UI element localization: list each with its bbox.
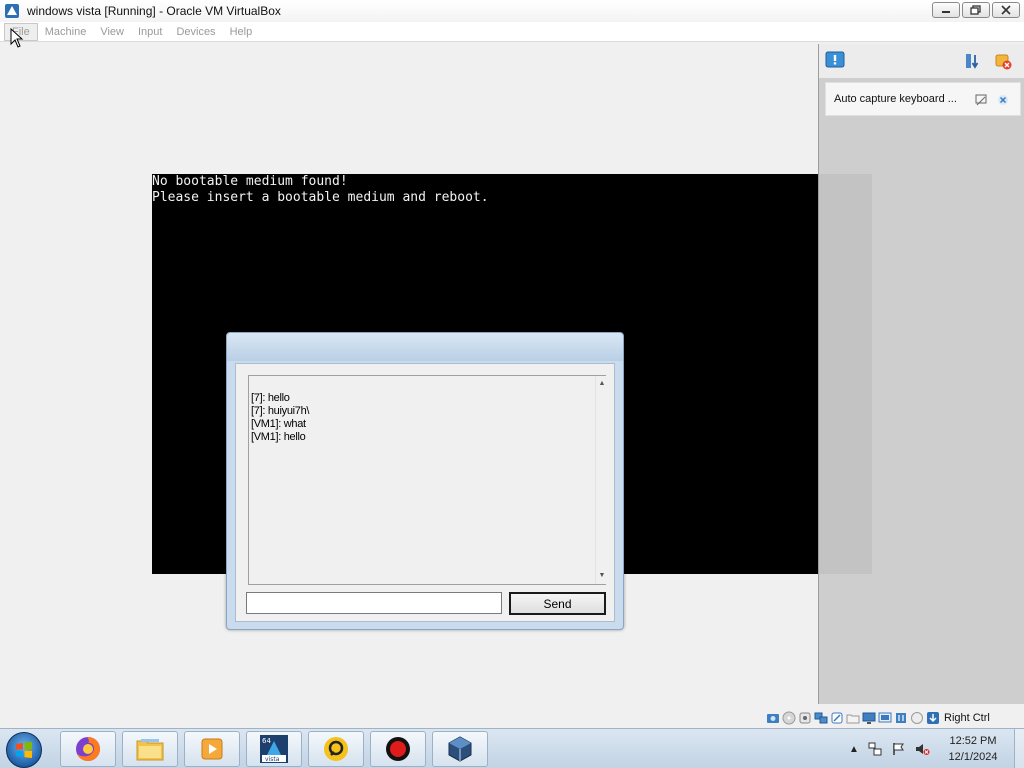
- menu-input[interactable]: Input: [131, 24, 169, 40]
- menu-help[interactable]: Help: [223, 24, 260, 40]
- chat-dialog-titlebar[interactable]: [227, 333, 623, 361]
- file-explorer-icon: [136, 739, 164, 761]
- cpu-icon[interactable]: [894, 711, 908, 725]
- volume-muted-icon[interactable]: [914, 741, 930, 757]
- taskbar: 64 vista ▲ 12:52 PM 12/1/2024: [0, 728, 1024, 768]
- vista-icon: 64 vista: [260, 735, 288, 763]
- keyboard-capture-icon[interactable]: [926, 711, 940, 725]
- svg-text:vista: vista: [265, 756, 280, 763]
- chat-dialog-body: [7]: hello [7]: huiyui7h\ [VM1]: what [V…: [235, 363, 615, 622]
- sort-icon[interactable]: [963, 51, 983, 71]
- taskbar-media-player[interactable]: [184, 731, 240, 767]
- action-center-flag-icon[interactable]: [891, 741, 907, 757]
- scroll-down-icon[interactable]: ▼: [598, 572, 606, 580]
- boot-error-line: No bootable medium found!: [152, 174, 348, 189]
- notification-text: Auto capture keyboard ...: [834, 93, 957, 105]
- vm-status-bar: Right Ctrl: [766, 708, 1024, 728]
- virtualbox-app-icon[interactable]: [3, 2, 21, 20]
- notification-card[interactable]: Auto capture keyboard ...: [825, 82, 1021, 116]
- taskbar-virtualbox[interactable]: [432, 731, 488, 767]
- media-player-icon: [201, 738, 223, 760]
- minimize-button[interactable]: [932, 2, 960, 18]
- screen-recorder-icon: [324, 737, 348, 761]
- menu-machine[interactable]: Machine: [38, 24, 94, 40]
- minimize-icon: [942, 11, 950, 13]
- clock-time: 12:52 PM: [949, 735, 997, 747]
- scroll-up-icon[interactable]: ▲: [598, 380, 606, 388]
- menu-bar: File Machine View Input Devices Help: [0, 22, 1024, 42]
- taskbar-firefox[interactable]: [60, 731, 116, 767]
- taskbar-file-explorer[interactable]: [122, 731, 178, 767]
- close-window-button[interactable]: [992, 2, 1020, 18]
- firefox-icon: [76, 737, 100, 761]
- taskbar-clock[interactable]: 12:52 PM 12/1/2024: [934, 733, 1012, 765]
- shared-folders-icon[interactable]: [846, 711, 860, 725]
- chat-log[interactable]: [7]: hello [7]: huiyui7h\ [VM1]: what [V…: [248, 375, 607, 585]
- network-tray-icon[interactable]: [867, 741, 883, 757]
- host-key-label[interactable]: Right Ctrl: [944, 712, 990, 724]
- show-hidden-icons-icon[interactable]: ▲: [846, 741, 862, 757]
- chat-scrollbar[interactable]: ▲ ▼: [595, 376, 607, 584]
- taskbar-screen-recorder[interactable]: [308, 731, 364, 767]
- notification-center-icon[interactable]: [825, 51, 845, 71]
- notification-center-panel: Auto capture keyboard ...: [818, 44, 1024, 704]
- chat-message: [7]: hello: [251, 392, 290, 404]
- network-icon[interactable]: [814, 711, 828, 725]
- svg-text:64: 64: [262, 737, 271, 745]
- chat-message: [VM1]: what: [251, 418, 306, 430]
- record-icon: [386, 737, 410, 761]
- dont-show-icon[interactable]: [974, 93, 988, 107]
- display-icon[interactable]: [862, 711, 876, 725]
- close-icon: [1001, 5, 1011, 15]
- mouse-integration-icon[interactable]: [910, 711, 924, 725]
- optical-drive-icon[interactable]: [782, 711, 796, 725]
- restore-button[interactable]: [962, 2, 990, 18]
- windows-logo-icon: [16, 741, 32, 758]
- chat-message: [VM1]: hello: [251, 431, 306, 443]
- show-desktop-button[interactable]: [1014, 729, 1024, 768]
- window-titlebar: windows vista [Running] - Oracle VM Virt…: [0, 0, 1024, 22]
- hard-disk-icon[interactable]: [766, 711, 780, 725]
- notification-header: [819, 44, 1024, 78]
- clear-all-icon[interactable]: [993, 51, 1013, 71]
- menu-devices[interactable]: Devices: [169, 24, 222, 40]
- restore-icon: [970, 5, 981, 15]
- taskbar-vista[interactable]: 64 vista: [246, 731, 302, 767]
- menu-view[interactable]: View: [93, 24, 131, 40]
- boot-instruction-line: Please insert a bootable medium and rebo…: [152, 190, 489, 205]
- send-button[interactable]: Send: [509, 592, 606, 615]
- mouse-pointer-icon: [10, 28, 24, 48]
- usb-icon[interactable]: [830, 711, 844, 725]
- virtualbox-icon: [448, 736, 472, 762]
- close-notification-icon[interactable]: [996, 93, 1010, 107]
- start-button[interactable]: [6, 732, 42, 768]
- audio-icon[interactable]: [798, 711, 812, 725]
- video-capture-icon[interactable]: [878, 711, 892, 725]
- clock-date: 12/1/2024: [948, 751, 998, 763]
- window-title: windows vista [Running] - Oracle VM Virt…: [27, 4, 281, 18]
- taskbar-record[interactable]: [370, 731, 426, 767]
- chat-message-input[interactable]: [246, 592, 502, 614]
- chat-dialog: [7]: hello [7]: huiyui7h\ [VM1]: what [V…: [226, 332, 624, 630]
- chat-message: [7]: huiyui7h\: [251, 405, 310, 417]
